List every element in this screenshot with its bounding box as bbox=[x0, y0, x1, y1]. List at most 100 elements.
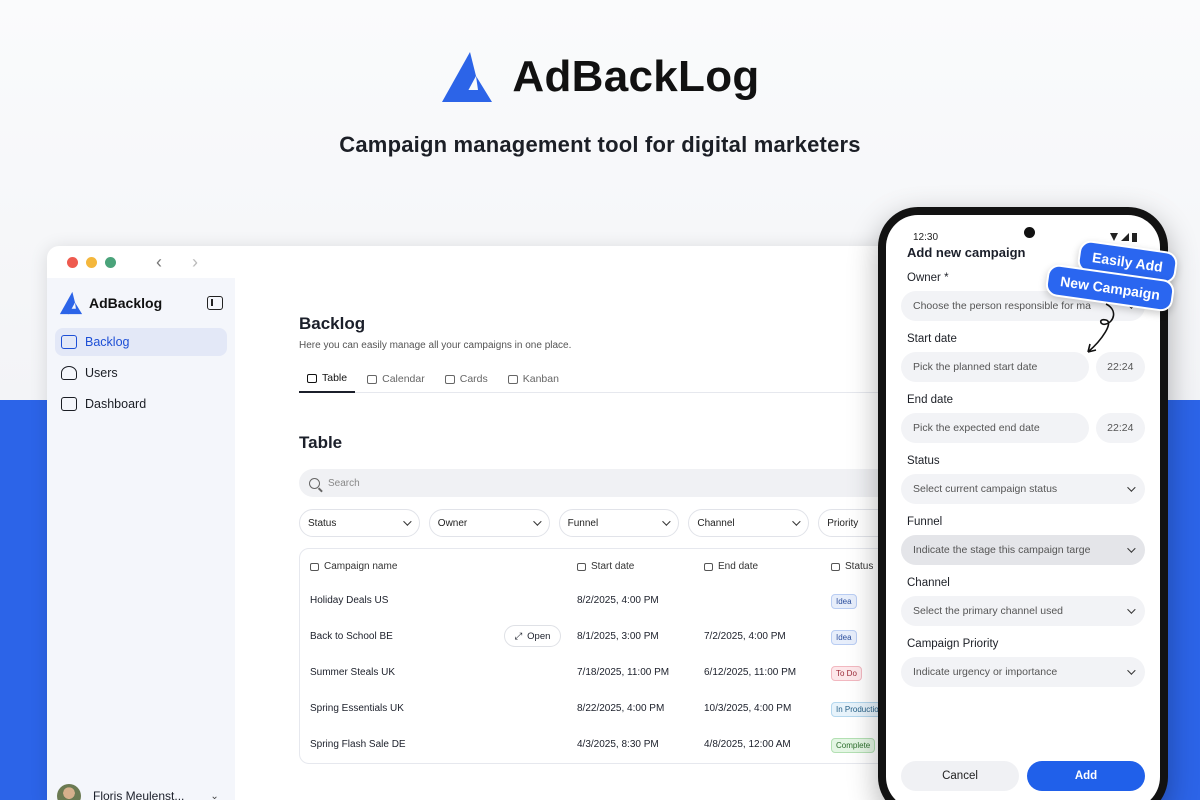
chevron-down-icon bbox=[1127, 666, 1136, 675]
campaign-name: Spring Flash Sale DE bbox=[310, 739, 406, 750]
filter-channel[interactable]: Channel bbox=[688, 509, 810, 537]
status-select[interactable]: Select current campaign status bbox=[901, 474, 1145, 504]
calendar-icon bbox=[577, 562, 586, 571]
maximize-window-dot[interactable] bbox=[105, 256, 116, 268]
cancel-button[interactable]: Cancel bbox=[901, 761, 1019, 791]
priority-label: Campaign Priority bbox=[907, 638, 999, 650]
filter-owner[interactable]: Owner bbox=[428, 509, 550, 537]
start-date: 8/22/2025, 4:00 PM bbox=[577, 703, 665, 714]
battery-icon bbox=[1132, 232, 1137, 242]
owner-placeholder: Choose the person responsible for ma bbox=[913, 300, 1092, 312]
tag-icon bbox=[831, 562, 840, 571]
status-label: Status bbox=[907, 455, 940, 467]
forward-arrow-icon[interactable]: › bbox=[192, 252, 198, 273]
page-subtitle: Here you can easily manage all your camp… bbox=[299, 340, 572, 351]
window-titlebar: ‹ › bbox=[47, 246, 927, 278]
table-row[interactable]: Spring Essentials UK 8/22/2025, 4:00 PM … bbox=[300, 692, 920, 728]
tab-calendar[interactable]: Calendar bbox=[359, 365, 433, 393]
kanban-icon bbox=[507, 374, 518, 384]
open-label: Open bbox=[527, 630, 551, 642]
start-date-field[interactable]: Pick the planned start date bbox=[901, 352, 1089, 382]
column-header-end[interactable]: End date bbox=[704, 561, 758, 572]
status-badge: In Productio bbox=[831, 702, 884, 717]
end-time-value: 22:24 bbox=[1107, 422, 1134, 434]
sidebar-brand[interactable]: AdBacklog bbox=[59, 291, 162, 315]
main-content: Backlog Here you can easily manage all y… bbox=[299, 278, 927, 764]
section-title: Table bbox=[299, 433, 343, 452]
end-date: 4/8/2025, 12:00 AM bbox=[704, 739, 791, 750]
end-date-field[interactable]: Pick the expected end date bbox=[901, 413, 1089, 443]
page-title: Backlog bbox=[299, 314, 366, 333]
calendar-icon bbox=[704, 562, 713, 571]
filter-label: Channel bbox=[697, 517, 735, 529]
channel-select[interactable]: Select the primary channel used bbox=[901, 596, 1145, 626]
sidebar-item-label: Dashboard bbox=[85, 397, 147, 411]
column-label: Status bbox=[845, 561, 874, 572]
sidebar: AdBacklog Backlog Users Dashboard Floris… bbox=[47, 278, 235, 800]
archive-icon bbox=[61, 335, 77, 349]
table-row[interactable]: Back to School BE ⤢ Open 8/1/2025, 3:00 P… bbox=[300, 620, 920, 656]
sidebar-item-users[interactable]: Users bbox=[55, 359, 227, 387]
expand-icon: ⤢ bbox=[514, 630, 523, 642]
chevron-down-icon bbox=[1127, 605, 1136, 614]
end-time-field[interactable]: 22:24 bbox=[1095, 413, 1145, 443]
end-date: 10/3/2025, 4:00 PM bbox=[704, 703, 792, 714]
filter-bar: Status Owner Funnel Channel Priority bbox=[299, 509, 927, 537]
phone-time: 12:30 bbox=[913, 231, 939, 243]
chart-icon bbox=[61, 397, 77, 411]
close-window-dot[interactable] bbox=[67, 256, 78, 268]
column-header-status[interactable]: Status bbox=[831, 561, 873, 572]
end-date: 7/2/2025, 4:00 PM bbox=[704, 631, 786, 642]
tab-kanban[interactable]: Kanban bbox=[500, 365, 567, 393]
campaign-name: Summer Steals UK bbox=[310, 667, 396, 678]
cards-icon bbox=[444, 374, 455, 384]
user-menu[interactable]: Floris Meulenst... ⌄ bbox=[57, 784, 219, 800]
sidebar-item-label: Backlog bbox=[85, 335, 130, 349]
sidebar-brand-name: AdBacklog bbox=[89, 295, 163, 311]
sidebar-item-label: Users bbox=[85, 366, 118, 380]
avatar bbox=[57, 784, 81, 800]
calendar-icon bbox=[367, 374, 378, 384]
table-row[interactable]: Spring Flash Sale DE 4/3/2025, 8:30 PM 4… bbox=[300, 728, 920, 764]
add-button[interactable]: Add bbox=[1027, 761, 1145, 791]
campaign-name: Holiday Deals US bbox=[310, 595, 389, 606]
search-placeholder: Search bbox=[328, 477, 360, 489]
tab-label: Kanban bbox=[522, 373, 559, 385]
users-icon bbox=[61, 366, 77, 380]
text-type-icon bbox=[310, 562, 319, 571]
filter-status[interactable]: Status bbox=[299, 509, 420, 537]
sidebar-item-backlog[interactable]: Backlog bbox=[55, 328, 227, 356]
funnel-placeholder: Indicate the stage this campaign targe bbox=[913, 544, 1091, 556]
collapse-sidebar-icon[interactable] bbox=[207, 296, 223, 310]
campaign-name: Spring Essentials UK bbox=[310, 703, 404, 714]
funnel-select[interactable]: Indicate the stage this campaign targe bbox=[901, 535, 1145, 565]
priority-placeholder: Indicate urgency or importance bbox=[913, 666, 1058, 678]
chevron-down-icon: ⌄ bbox=[210, 790, 219, 800]
funnel-label: Funnel bbox=[907, 516, 943, 528]
view-tabs: Table Calendar Cards Kanban bbox=[299, 365, 927, 393]
channel-label: Channel bbox=[907, 577, 950, 589]
back-arrow-icon[interactable]: ‹ bbox=[156, 252, 162, 273]
sidebar-item-dashboard[interactable]: Dashboard bbox=[55, 390, 227, 418]
wifi-icon bbox=[1110, 233, 1118, 241]
end-date: 6/12/2025, 11:00 PM bbox=[704, 667, 797, 678]
filter-funnel[interactable]: Funnel bbox=[558, 509, 680, 537]
status-badge: Idea bbox=[831, 594, 857, 609]
priority-select[interactable]: Indicate urgency or importance bbox=[901, 657, 1145, 687]
table-row[interactable]: Summer Steals UK 7/18/2025, 11:00 PM 6/1… bbox=[300, 656, 920, 692]
status-badge: To Do bbox=[831, 666, 862, 681]
chevron-down-icon bbox=[1127, 483, 1136, 492]
open-row-button[interactable]: ⤢ Open bbox=[504, 625, 561, 647]
minimize-window-dot[interactable] bbox=[86, 256, 97, 268]
chevron-down-icon bbox=[792, 517, 801, 526]
column-label: End date bbox=[718, 561, 759, 572]
column-header-name[interactable]: Campaign name bbox=[310, 561, 397, 572]
tab-cards[interactable]: Cards bbox=[437, 365, 496, 393]
table-row[interactable]: Holiday Deals US 8/2/2025, 4:00 PM Idea bbox=[300, 584, 920, 620]
start-date: 7/18/2025, 11:00 PM bbox=[577, 667, 670, 678]
search-input[interactable]: Search bbox=[299, 469, 899, 497]
tab-table[interactable]: Table bbox=[299, 365, 356, 393]
start-date: 8/1/2025, 3:00 PM bbox=[577, 631, 659, 642]
column-header-start[interactable]: Start date bbox=[577, 561, 634, 572]
end-date-placeholder: Pick the expected end date bbox=[913, 422, 1040, 434]
